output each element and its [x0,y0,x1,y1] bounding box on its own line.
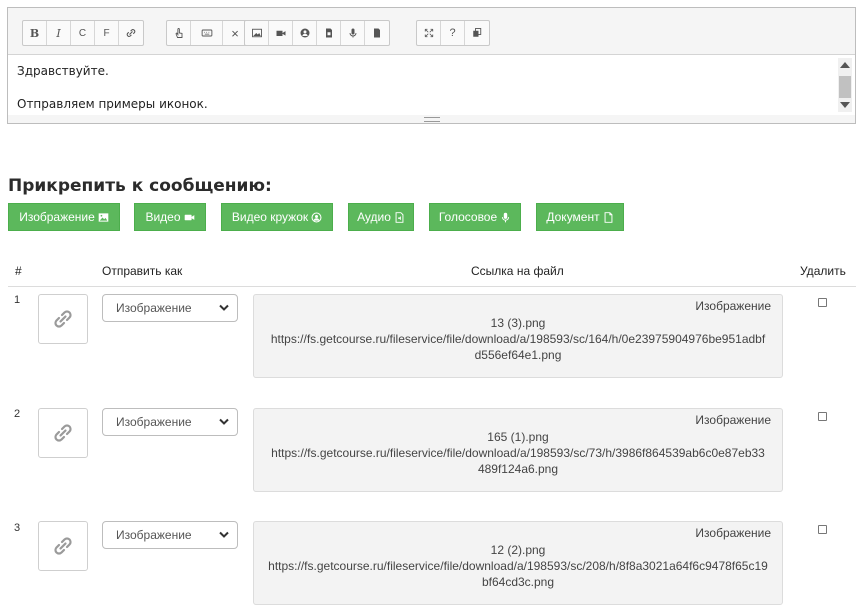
attach-image-label: Изображение [19,210,95,224]
attach-document-button[interactable]: Документ [536,203,624,231]
header-divider [8,286,856,287]
file-link-box: Изображение 165 (1).png https://fs.getco… [253,408,783,492]
chevron-down-icon [219,304,229,311]
file-url[interactable]: https://fs.getcourse.ru/fileservice/file… [268,331,768,363]
send-as-select[interactable]: Изображение [102,521,238,549]
attach-title: Прикрепить к сообщению: [8,176,272,196]
file-thumbnail[interactable] [38,294,88,344]
scroll-thumb[interactable] [839,76,851,98]
hand-button[interactable] [167,21,191,45]
row-number: 1 [14,294,21,306]
scroll-up-arrow-icon[interactable] [840,62,850,68]
italic-button[interactable]: I [47,21,71,45]
video-camera-icon [184,214,194,220]
microphone-icon [502,212,510,222]
document-button[interactable] [365,21,389,45]
file-type: Изображение [695,413,771,427]
attach-video-circle-button[interactable]: Видео кружок [221,203,333,231]
file-thumbnail[interactable] [38,521,88,571]
file-type: Изображение [695,526,771,540]
editor-line: Здравствуйте. [17,64,109,78]
document-icon [374,28,380,38]
user-circle-icon [311,212,322,222]
column-header-delete: Удалить [800,264,846,278]
c-button[interactable]: C [71,21,95,45]
bold-button[interactable]: B [23,21,47,45]
link-icon [54,310,72,328]
editor-text: Здравствуйте. Отправляем примеры иконок. [17,63,208,129]
send-as-value: Изображение [116,415,192,429]
send-as-value: Изображение [116,528,192,542]
media-group [244,20,390,46]
attach-voice-button[interactable]: Голосовое [429,203,521,231]
file-link-box: Изображение 13 (3).png https://fs.getcou… [253,294,783,378]
row-number: 3 [14,522,21,534]
editor-line: Отправляем примеры иконок. [17,97,208,111]
scroll-down-arrow-icon[interactable] [840,102,850,108]
file-type: Изображение [695,299,771,313]
document-icon [604,211,613,223]
link-icon [54,424,72,442]
column-header-num: # [15,264,22,278]
keyboard-button[interactable] [191,21,223,45]
column-header-send-as: Отправить как [102,264,183,278]
help-button[interactable]: ? [441,21,465,45]
file-url[interactable]: https://fs.getcourse.ru/fileservice/file… [268,445,768,477]
video-camera-icon [276,30,285,36]
editor-scrollbar[interactable] [838,58,852,112]
user-circle-icon [300,28,309,38]
resize-handle-icon[interactable] [424,117,440,122]
format-group: B I C F [22,20,144,46]
keyboard-icon [201,29,212,37]
link-icon [126,29,136,37]
chevron-down-icon [219,531,229,538]
attach-video-label: Видео [145,210,181,224]
column-header-link: Ссылка на файл [471,264,564,278]
message-editor: B I C F × ? Здравствуйте. Отправляем при… [7,7,856,124]
image-button[interactable] [245,21,269,45]
send-as-select[interactable]: Изображение [102,408,238,436]
chevron-down-icon [219,418,229,425]
f-button[interactable]: F [95,21,119,45]
file-name: 12 (2).png [490,543,546,557]
fullscreen-button[interactable] [417,21,441,45]
send-as-value: Изображение [116,301,192,315]
attach-video-button[interactable]: Видео [134,203,206,231]
row-number: 2 [14,408,21,420]
image-icon [98,212,109,222]
audio-file-icon [325,28,332,38]
microphone-icon [349,28,356,38]
audio-file-icon [395,211,404,223]
file-name: 165 (1).png [487,430,549,444]
link-button[interactable] [119,21,143,45]
video-circle-button[interactable] [293,21,317,45]
editor-content[interactable]: Здравствуйте. Отправляем примеры иконок. [8,54,855,115]
expand-icon [424,28,433,38]
file-url[interactable]: https://fs.getcourse.ru/fileservice/file… [268,558,768,590]
video-button[interactable] [269,21,293,45]
delete-checkbox[interactable] [818,525,827,534]
attach-voice-label: Голосовое [438,210,498,224]
link-icon [54,537,72,555]
attach-document-label: Документ [546,210,600,224]
image-icon [251,28,262,38]
hand-icon [174,28,182,38]
misc-group: ? [416,20,490,46]
file-link-box: Изображение 12 (2).png https://fs.getcou… [253,521,783,605]
file-thumbnail[interactable] [38,408,88,458]
delete-checkbox[interactable] [818,412,827,421]
file-name: 13 (3).png [490,316,546,330]
voice-button[interactable] [341,21,365,45]
attach-video-circle-label: Видео кружок [231,210,309,224]
audio-button[interactable] [317,21,341,45]
attach-image-button[interactable]: Изображение [8,203,120,231]
copy-icon [473,28,482,37]
delete-checkbox[interactable] [818,298,827,307]
copy-button[interactable] [465,21,489,45]
insert-group: × [166,20,248,46]
editor-toolbar: B I C F × ? [8,8,855,54]
send-as-select[interactable]: Изображение [102,294,238,322]
attach-audio-button[interactable]: Аудио [348,203,414,231]
attach-audio-label: Аудио [357,210,391,224]
